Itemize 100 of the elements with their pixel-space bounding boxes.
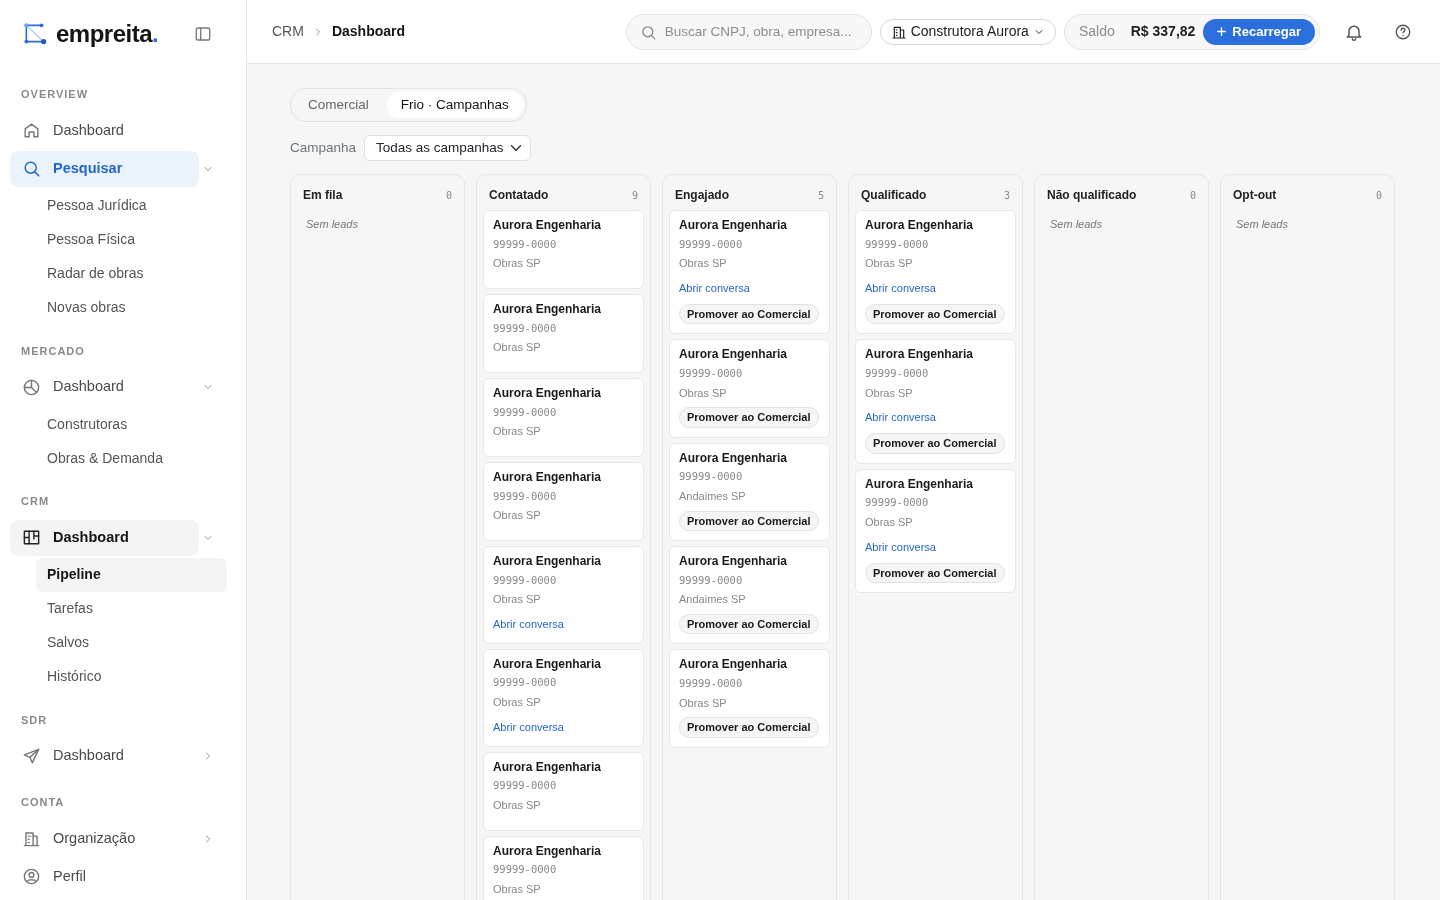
column-count: 0 — [445, 188, 452, 203]
promote-button[interactable]: Promover ao Comercial — [865, 433, 1005, 454]
open-chat-link[interactable]: Abrir conversa — [865, 538, 936, 556]
section-title: CRM — [20, 494, 51, 509]
phone-number: 99999-0000 — [679, 469, 744, 485]
column-count: 5 — [817, 188, 824, 203]
nav-item[interactable]: Dashboard — [10, 519, 199, 556]
tab[interactable]: Comercial — [294, 92, 383, 118]
nav-subitem[interactable]: Salvos — [36, 625, 227, 660]
phone-number: 99999-0000 — [679, 572, 744, 588]
nav-item[interactable]: Organização — [10, 820, 199, 857]
promote-button[interactable]: Promover ao Comercial — [679, 303, 819, 325]
nav-subitem[interactable]: Construtoras — [36, 407, 227, 441]
company-name: Aurora Engenharia — [679, 657, 789, 673]
open-chat-link[interactable]: Abrir conversa — [679, 279, 750, 297]
lead-card[interactable]: Aurora Engenharia 99999-0000 Obras SP — [483, 294, 644, 373]
company-name: Aurora Engenharia — [679, 554, 789, 570]
filter-label: Campanha — [290, 138, 357, 157]
nav-subitem[interactable]: Obras & Demanda — [36, 441, 227, 475]
segment-label: Obras SP — [865, 515, 914, 531]
campaign-select[interactable]: Todas as campanhas — [364, 135, 532, 161]
section-title: CONTA — [20, 795, 66, 810]
company-name: Aurora Engenharia — [679, 347, 789, 363]
column-title: Contatado — [489, 187, 549, 204]
segment-label: Obras SP — [865, 385, 914, 401]
phone-number: 99999-0000 — [493, 488, 558, 504]
promote-button[interactable]: Promover ao Comercial — [865, 562, 1005, 584]
nav-subitem[interactable]: Pipeline — [36, 557, 227, 592]
lead-card[interactable]: Aurora Engenharia 99999-0000 Obras SP Abrir conversa Promover ao Comercial — [855, 468, 1016, 594]
promote-button[interactable]: Promover ao Comercial — [679, 717, 819, 738]
lead-card[interactable]: Aurora Engenharia 99999-0000 Obras SP — [483, 378, 644, 457]
column-count: 0 — [1189, 188, 1196, 203]
lead-card[interactable]: Aurora Engenharia 99999-0000 Obras SP Abrir conversa — [483, 546, 644, 644]
lead-card[interactable]: Aurora Engenharia 99999-0000 Obras SP Abrir conversa Promover ao Comercial — [855, 210, 1016, 335]
lead-card[interactable]: Aurora Engenharia 99999-0000 Obras SP — [483, 210, 644, 289]
segment-label: Obras SP — [493, 798, 542, 814]
segment-label: Obras SP — [679, 695, 728, 711]
column-title: Em fila — [303, 187, 343, 204]
promote-button[interactable]: Promover ao Comercial — [865, 303, 1005, 325]
phone-number: 99999-0000 — [493, 778, 558, 794]
breadcrumb-item: Dashboard — [331, 22, 405, 41]
phone-number: 99999-0000 — [865, 236, 930, 252]
segment-label: Andaimes SP — [679, 489, 747, 505]
phone-number: 99999-0000 — [493, 320, 558, 336]
segment-label: Obras SP — [865, 256, 914, 272]
nav-item[interactable]: Pesquisar — [10, 150, 199, 187]
company-name: Aurora Engenharia — [679, 218, 789, 234]
nav-subitem[interactable]: Pessoa Jurídica — [36, 188, 227, 223]
segment-label: Obras SP — [679, 385, 728, 401]
lead-card[interactable]: Aurora Engenharia 99999-0000 Obras SP Abrir conversa Promover ao Comercial — [669, 210, 830, 335]
promote-button[interactable]: Promover ao Comercial — [679, 613, 819, 635]
lead-card[interactable]: Aurora Engenharia 99999-0000 Obras SP Abrir conversa — [483, 648, 644, 747]
company-name: Aurora Engenharia — [493, 656, 603, 673]
nav-subitem[interactable]: Radar de obras — [36, 256, 227, 291]
pie-chart-icon — [22, 377, 41, 397]
lead-card[interactable]: Aurora Engenharia 99999-0000 Andaimes SP Promover ao Comercial — [669, 442, 830, 542]
column-title: Não qualificado — [1047, 187, 1137, 204]
company-name: Aurora Engenharia — [493, 470, 603, 486]
help-icon[interactable] — [1394, 22, 1412, 41]
lead-card[interactable]: Aurora Engenharia 99999-0000 Obras SP Promover ao Comercial — [669, 649, 830, 748]
nav-subitem[interactable]: Pessoa Física — [36, 222, 227, 257]
search-icon — [639, 23, 657, 41]
open-chat-link[interactable]: Abrir conversa — [493, 718, 564, 736]
phone-number: 99999-0000 — [679, 365, 744, 381]
lead-card[interactable]: Aurora Engenharia 99999-0000 Obras SP — [483, 462, 644, 541]
nav-item[interactable]: Perfil — [10, 858, 199, 895]
phone-number: 99999-0000 — [493, 862, 558, 878]
nav-item[interactable]: Dashboard — [10, 738, 199, 774]
segment-label: Obras SP — [493, 695, 542, 711]
brand-name: empreita. — [56, 19, 159, 49]
tab[interactable]: Frio · Campanhas — [386, 92, 523, 118]
lead-card[interactable]: Aurora Engenharia 99999-0000 Obras SP Abrir conversa Promover ao Comercial — [855, 339, 1016, 464]
recharge-button[interactable]: Recarregar — [1203, 18, 1315, 45]
paper-plane-icon — [22, 746, 41, 766]
open-chat-link[interactable]: Abrir conversa — [493, 615, 564, 633]
lead-card[interactable]: Aurora Engenharia 99999-0000 Obras SP — [483, 751, 644, 831]
company-dropdown[interactable]: Construtora Aurora — [879, 18, 1056, 45]
lead-card[interactable]: Aurora Engenharia 99999-0000 Obras SP — [483, 835, 644, 900]
user-icon — [22, 867, 41, 886]
lead-card[interactable]: Aurora Engenharia 99999-0000 Andaimes SP Promover ao Comercial — [669, 546, 830, 645]
sidebar-toggle-icon[interactable] — [194, 25, 212, 43]
company-name: Aurora Engenharia — [493, 843, 603, 860]
column-count: 0 — [1375, 188, 1382, 203]
search-field[interactable]: Buscar CNPJ, obra, empresa... — [625, 13, 872, 50]
company-name: Aurora Engenharia — [493, 554, 603, 570]
segment-label: Andaimes SP — [679, 592, 747, 608]
promote-button[interactable]: Promover ao Comercial — [679, 407, 819, 428]
nav-subitem[interactable]: Tarefas — [36, 591, 227, 626]
column-title: Engajado — [675, 187, 729, 204]
nav-subitem[interactable]: Novas obras — [36, 290, 227, 325]
breadcrumb-item[interactable]: CRM — [272, 21, 304, 42]
promote-button[interactable]: Promover ao Comercial — [679, 510, 819, 532]
nav-item[interactable]: Dashboard — [10, 112, 199, 149]
nav-subitem[interactable]: Histórico — [36, 659, 227, 694]
open-chat-link[interactable]: Abrir conversa — [865, 409, 936, 426]
balance-label: Saldo — [1078, 22, 1115, 41]
company-name: Aurora Engenharia — [493, 759, 603, 776]
lead-card[interactable]: Aurora Engenharia 99999-0000 Obras SP Promover ao Comercial — [669, 339, 830, 438]
nav-item[interactable]: Dashboard — [10, 369, 199, 405]
open-chat-link[interactable]: Abrir conversa — [865, 279, 936, 297]
